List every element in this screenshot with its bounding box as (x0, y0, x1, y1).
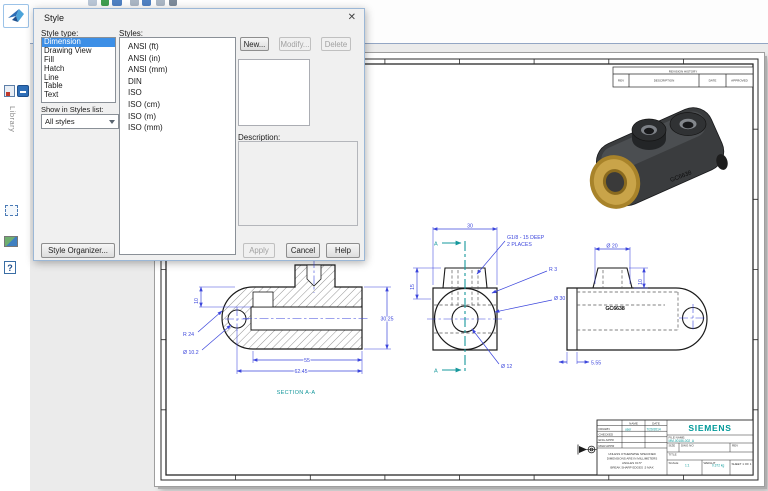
tb-notes-2: DIMENSIONS ARE IN MILLIMETERS (607, 457, 658, 461)
dim-r3: R 3 (549, 267, 557, 273)
dim-r24: R 24 (183, 332, 194, 338)
dim-55: 55 (304, 358, 310, 364)
app-logo-button[interactable] (3, 4, 29, 28)
description-box (238, 141, 358, 226)
toolbar-fragment-icon[interactable] (130, 0, 139, 6)
thread-note-line2: 2 PLACES (507, 242, 532, 248)
dim-30: 30 (467, 224, 473, 230)
tb-scale-value: 1:1 (685, 464, 690, 468)
style-item-iso-cm[interactable]: ISO (cm) (120, 99, 235, 111)
tb-notes-3: ANGLES ±0.5° (622, 461, 643, 465)
tb-file-value: MM-00186-002_A (669, 439, 695, 443)
dim-dia-12: Ø 12 (501, 364, 512, 370)
style-dialog: Style ✕ Style type: Dimension Drawing Vi… (33, 8, 365, 261)
tb-row-mgrappr: MGR APPR (599, 444, 616, 448)
help-button[interactable]: Help (326, 243, 360, 258)
tb-weight-value: 0.372 kg (712, 464, 724, 468)
revision-table: REVISION HISTORY REV DESCRIPTION DATE AP… (613, 67, 753, 87)
close-icon[interactable]: ✕ (348, 12, 356, 23)
toolbar-fragment-icon[interactable] (156, 0, 165, 6)
tb-rev-label: REV (732, 444, 738, 448)
tb-row-engappr: ENG APPR (599, 438, 615, 442)
cancel-button[interactable]: Cancel (286, 243, 320, 258)
image-icon[interactable] (4, 236, 18, 247)
thread-note-line1: G1/8 - 15 DEEP (507, 235, 545, 241)
chevron-down-icon (109, 120, 115, 124)
toolbar-fragment-icon[interactable] (88, 0, 97, 6)
revision-col-date: DATE (709, 79, 717, 83)
dim-10-side: 10 (638, 279, 644, 285)
select-tool-icon[interactable] (5, 205, 18, 216)
dim-30-25: 30.25 (381, 317, 394, 323)
title-block: NAME DATE DRAWN user 7/29/2014 CHECKED E… (578, 420, 753, 475)
tb-row-checked: CHECKED (599, 433, 615, 437)
revision-col-rev: REV (618, 79, 624, 83)
toolbar-fragment-icon[interactable] (142, 0, 151, 6)
toolbar-fragment-icon[interactable] (169, 0, 177, 6)
section-marker-a-bottom: A (434, 369, 438, 375)
show-in-styles-combo[interactable]: All styles (41, 114, 119, 129)
tb-drawn-date: 7/29/2014 (647, 427, 661, 431)
library-icon[interactable] (17, 85, 29, 97)
tb-size-label: SIZE (669, 444, 676, 448)
tb-notes-1: UNLESS OTHERWISE SPECIFIED (608, 452, 656, 456)
tb-title-label: TITLE (669, 453, 677, 457)
tb-col-date: DATE (652, 421, 660, 425)
dim-15: 15 (410, 284, 416, 290)
section-view-label: SECTION A-A (277, 390, 316, 396)
style-type-item-text[interactable]: Text (42, 91, 115, 100)
tb-col-name: NAME (629, 421, 638, 425)
help-icon[interactable]: ? (4, 261, 16, 274)
show-in-styles-value: All styles (45, 117, 75, 126)
style-organizer-button[interactable]: Style Organizer... (41, 243, 115, 258)
tb-sheet-label: SHEET 1 OF 1 (732, 462, 752, 466)
dim-dia-10-2: Ø 10.2 (183, 350, 199, 356)
revision-col-description: DESCRIPTION (654, 79, 675, 83)
apply-button[interactable]: Apply (243, 243, 275, 258)
style-preview-box (238, 59, 310, 126)
toolbar-fragment-icon[interactable] (101, 0, 109, 6)
dim-dia-20: Ø 20 (606, 244, 617, 250)
revision-table-title: REVISION HISTORY (669, 70, 697, 74)
style-type-listbox[interactable]: Dimension Drawing View Fill Hatch Line T… (41, 37, 116, 103)
styles-listbox[interactable]: ANSI (ft) ANSI (in) ANSI (mm) DIN ISO IS… (119, 37, 236, 255)
edge-bar-icon[interactable] (4, 85, 15, 97)
tb-row-drawn: DRAWN (599, 427, 610, 431)
dim-dia-30: Ø 30 (554, 296, 565, 302)
new-button[interactable]: New... (240, 37, 269, 51)
section-marker-a-top: A (434, 242, 438, 248)
siemens-logo: SIEMENS (688, 423, 731, 433)
side-view-part-label: GC6638 (605, 306, 624, 312)
style-item-iso-m[interactable]: ISO (m) (120, 111, 235, 123)
dialog-title: Style (44, 13, 64, 23)
dim-62-45: 62.45 (295, 369, 308, 375)
solid-edge-logo-icon (7, 8, 25, 24)
modify-button[interactable]: Modify... (279, 37, 311, 51)
tb-drawn-name: user (625, 427, 632, 431)
left-sidebar: Library ? (0, 0, 30, 491)
revision-col-approved: APPROVED (731, 79, 749, 83)
library-tab-label[interactable]: Library (3, 106, 17, 162)
dim-10: 10 (194, 298, 200, 304)
style-item-din[interactable]: DIN (120, 76, 235, 88)
toolbar-fragment-icon[interactable] (112, 0, 122, 6)
tb-scale-label: SCALE (669, 461, 679, 465)
delete-button[interactable]: Delete (321, 37, 351, 51)
dim-5-55: 5.55 (591, 361, 601, 367)
style-item-iso[interactable]: ISO (120, 87, 235, 99)
style-item-ansi-ft[interactable]: ANSI (ft) (120, 41, 235, 53)
style-item-ansi-mm[interactable]: ANSI (mm) (120, 64, 235, 76)
style-item-iso-mm[interactable]: ISO (mm) (120, 122, 235, 134)
show-in-styles-label: Show in Styles list: (41, 105, 104, 114)
tb-notes-4: BREAK SHARP EDGES .5 MAX (610, 466, 653, 470)
tb-dwg-label: DWG NO (681, 444, 694, 448)
style-item-ansi-in[interactable]: ANSI (in) (120, 53, 235, 65)
